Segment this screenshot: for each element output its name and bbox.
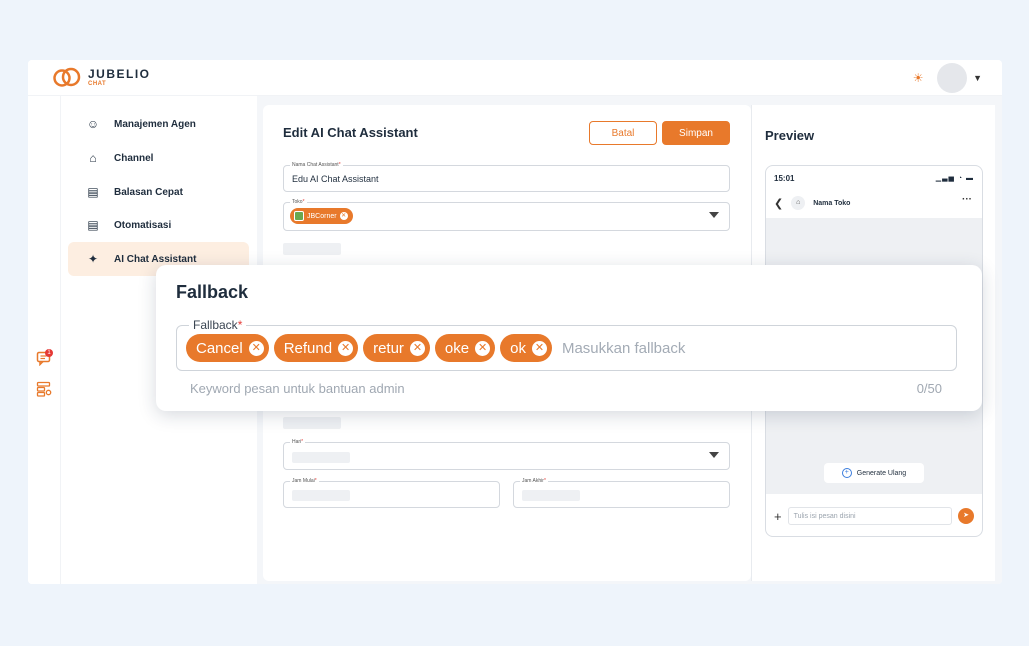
chat-header: ❮ ⌂ Nama Toko ··· — [766, 188, 982, 218]
chat-badge: 1 — [45, 349, 53, 357]
end-time-field[interactable]: Jam Akhir* — [513, 478, 730, 508]
chip-label: oke — [444, 339, 470, 357]
start-time-label: Jam Mulai* — [290, 478, 319, 484]
automation-icon: ▤ — [87, 218, 99, 232]
quick-reply-icon: ▤ — [87, 185, 99, 199]
store-chip-label: JBCorner — [307, 212, 337, 220]
store-icon: ⌂ — [89, 151, 97, 165]
fallback-title: Fallback — [176, 282, 249, 302]
skeleton-placeholder — [292, 452, 350, 463]
signal-wifi-battery-icon: ▁▃▅ ◔ ▬ — [935, 175, 974, 182]
chat-composer: + Tulis isi pesan disini ➤ — [766, 494, 982, 536]
skeleton-placeholder — [522, 490, 580, 501]
send-icon[interactable]: ➤ — [958, 508, 974, 524]
close-icon[interactable]: ✕ — [475, 340, 491, 356]
fallback-char-counter: 0/50 — [916, 381, 942, 396]
store-field-label: Toko* — [290, 199, 307, 205]
store-icon — [294, 211, 304, 221]
sidebar-item-label: Balasan Cepat — [114, 186, 183, 198]
sun-icon[interactable]: ☀ — [909, 69, 927, 87]
brand-name: JUBELIO — [88, 66, 151, 81]
save-button[interactable]: Simpan — [662, 121, 730, 145]
sidebar-item-label: AI Chat Assistant — [114, 253, 197, 265]
day-field-label: Hari* — [290, 439, 306, 445]
sidebar-item-label: Channel — [114, 152, 154, 164]
shop-name: Nama Toko — [813, 199, 851, 207]
fallback-label: Fallback* — [189, 318, 247, 332]
fallback-helper-text: Keyword pesan untuk bantuan admin — [190, 381, 405, 396]
top-bar: JUBELIO CHAT ☀ ▼ — [28, 60, 1002, 96]
close-icon[interactable]: ✕ — [531, 340, 547, 356]
agent-icon: ☺ — [86, 117, 100, 131]
name-field[interactable]: Nama Chat Assistant* Edu AI Chat Assista… — [283, 162, 730, 192]
close-icon[interactable]: ✕ — [409, 340, 425, 356]
plus-icon[interactable]: + — [774, 509, 782, 524]
fallback-chip[interactable]: Cancel ✕ — [186, 334, 269, 362]
fallback-card: Fallback Fallback* Cancel ✕ Refund ✕ retur… — [156, 265, 982, 411]
page-title: Edit AI Chat Assistant — [283, 125, 418, 140]
fallback-chip[interactable]: oke ✕ — [434, 334, 496, 362]
icon-rail: 1 — [28, 96, 61, 584]
day-select[interactable]: Hari* — [283, 439, 730, 470]
sidebar-item-otomatisasi[interactable]: ▤ Otomatisasi — [68, 208, 249, 242]
fallback-chip[interactable]: ok ✕ — [500, 334, 552, 362]
fallback-chip[interactable]: Refund ✕ — [273, 334, 359, 362]
chevron-down-icon[interactable] — [709, 452, 719, 458]
fallback-input[interactable] — [561, 339, 752, 357]
close-icon[interactable]: ✕ — [339, 212, 348, 220]
store-chip[interactable]: JBCorner ✕ — [290, 208, 353, 224]
skeleton-placeholder — [283, 417, 341, 429]
fallback-chip[interactable]: retur ✕ — [363, 334, 430, 362]
end-time-label: Jam Akhir* — [520, 478, 548, 484]
plus-circle-icon: + — [841, 468, 852, 478]
fallback-chips: Cancel ✕ Refund ✕ retur ✕ oke ✕ ok ✕ — [186, 334, 752, 362]
message-input[interactable]: Tulis isi pesan disini — [787, 507, 952, 525]
sidebar-item-balasan-cepat[interactable]: ▤ Balasan Cepat — [68, 175, 249, 209]
cloud-logo-icon — [53, 67, 81, 87]
settings-list-icon[interactable] — [36, 381, 52, 397]
sidebar-item-manajemen-agen[interactable]: ☺ Manajemen Agen — [68, 107, 249, 141]
more-icon[interactable]: ··· — [962, 194, 972, 205]
chip-label: retur — [373, 339, 404, 357]
brand-sub: CHAT — [88, 80, 107, 87]
start-time-field[interactable]: Jam Mulai* — [283, 478, 500, 508]
chevron-down-icon[interactable]: ▼ — [973, 73, 982, 83]
sidebar-item-channel[interactable]: ⌂ Channel — [68, 141, 249, 175]
avatar[interactable] — [937, 63, 968, 93]
shop-icon: ⌂ — [791, 196, 806, 210]
brand-logo[interactable]: JUBELIO CHAT — [52, 66, 151, 88]
store-select[interactable]: Toko* JBCorner ✕ — [283, 199, 730, 231]
cancel-button[interactable]: Batal — [589, 121, 657, 145]
sparkle-icon: ✦ — [87, 252, 99, 266]
generate-label: Generate Ulang — [856, 469, 907, 477]
name-field-value: Edu AI Chat Assistant — [292, 174, 379, 184]
close-icon[interactable]: ✕ — [248, 340, 264, 356]
preview-title: Preview — [765, 128, 815, 143]
generate-again-button[interactable]: + Generate Ulang — [824, 463, 924, 483]
chevron-down-icon[interactable] — [709, 212, 719, 218]
chip-label: Cancel — [196, 339, 243, 357]
sidebar-item-label: Otomatisasi — [114, 219, 172, 231]
skeleton-placeholder — [292, 490, 350, 501]
phone-time: 15:01 — [774, 174, 795, 183]
name-field-label: Nama Chat Assistant* — [290, 162, 343, 168]
chip-label: ok — [510, 339, 526, 357]
chevron-left-icon[interactable]: ❮ — [774, 197, 783, 210]
close-icon[interactable]: ✕ — [338, 340, 354, 356]
fallback-field[interactable]: Fallback* Cancel ✕ Refund ✕ retur ✕ oke ✕ ok… — [176, 318, 957, 371]
sidebar-item-label: Manajemen Agen — [114, 118, 196, 130]
skeleton-placeholder — [283, 243, 341, 255]
chip-label: Refund — [283, 339, 333, 357]
